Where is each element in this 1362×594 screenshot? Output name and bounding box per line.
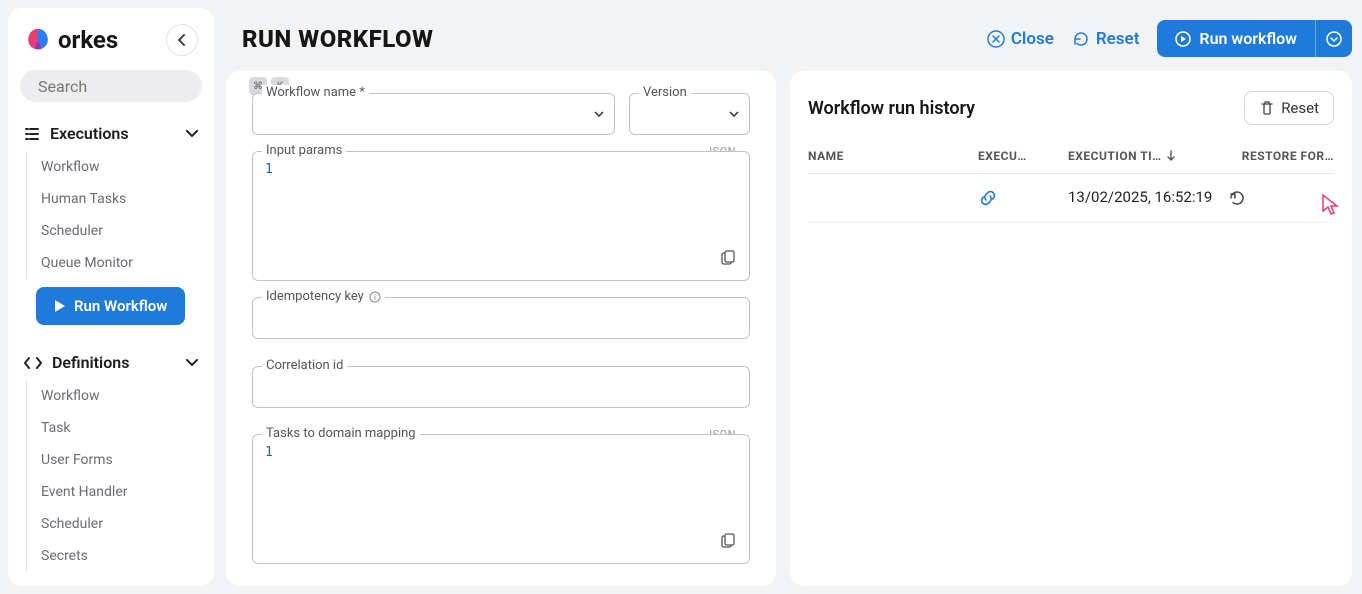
list-icon — [24, 127, 40, 141]
code-line: 1 — [265, 445, 721, 460]
code-line: 1 — [265, 162, 721, 177]
copy-icon — [719, 250, 737, 268]
run-workflow-dropdown[interactable] — [1315, 20, 1352, 57]
sidebar-run-workflow-button[interactable]: Run Workflow — [36, 287, 185, 325]
sidebar: orkes ⌘ K Executions Workflow Human Task… — [8, 8, 214, 586]
copy-button[interactable] — [719, 533, 741, 555]
link-icon — [978, 188, 998, 208]
correlation-label: Correlation id — [262, 358, 347, 373]
sidebar-item-scheduler[interactable]: Scheduler — [27, 215, 206, 247]
nav-section-executions: Executions Workflow Human Tasks Schedule… — [14, 112, 208, 341]
code-icon — [24, 356, 42, 370]
chevron-down-circle-icon — [1326, 31, 1342, 47]
history-header: Workflow run history Reset — [808, 85, 1334, 139]
td-time: 13/02/2025, 16:52:19 — [1068, 188, 1228, 208]
sidebar-collapse-button[interactable] — [166, 24, 198, 56]
run-workflow-button[interactable]: Run workflow — [1157, 20, 1315, 57]
tasks-domain-editor[interactable]: 1 — [252, 434, 750, 564]
history-table: NAME EXECU… EXECUTION TI… RESTORE FOR… 1… — [808, 139, 1334, 223]
input-params-label: Input params — [262, 143, 346, 158]
tasks-domain-label: Tasks to domain mapping — [262, 426, 420, 441]
history-panel: Workflow run history Reset NAME EXECU… E… — [790, 71, 1352, 586]
form-panel: Workflow name * Version Input params JSO… — [226, 71, 776, 586]
brand-logo: orkes — [24, 26, 118, 54]
content-row: Workflow name * Version Input params JSO… — [226, 71, 1352, 586]
main: RUN WORKFLOW Close Reset Run workflow — [222, 0, 1362, 594]
nav-header-definitions[interactable]: Definitions — [16, 345, 206, 380]
page-title: RUN WORKFLOW — [242, 25, 433, 53]
nav-header-executions[interactable]: Executions — [16, 116, 206, 151]
history-title: Workflow run history — [808, 98, 975, 119]
search-input[interactable] — [38, 77, 241, 96]
nav-header-label: Executions — [50, 124, 176, 143]
nav-section-definitions: Definitions Workflow Task User Forms Eve… — [14, 341, 208, 576]
sidebar-item-def-event-handler[interactable]: Event Handler — [27, 476, 206, 508]
table-head: NAME EXECU… EXECUTION TI… RESTORE FOR… — [808, 139, 1334, 174]
chevron-down-icon — [186, 359, 198, 367]
th-exec[interactable]: EXECU… — [978, 149, 1068, 163]
run-workflow-label: Run Workflow — [74, 297, 167, 315]
sidebar-item-def-secrets[interactable]: Secrets — [27, 540, 206, 572]
info-icon[interactable]: i — [369, 291, 381, 303]
version-field: Version — [629, 93, 750, 135]
version-label: Version — [639, 85, 691, 100]
idempotency-label-text: Idempotency key — [266, 289, 364, 304]
orkes-logo-icon — [24, 26, 52, 54]
search-box[interactable]: ⌘ K — [20, 70, 202, 102]
logo-row: orkes — [14, 18, 208, 68]
nav-header-label: Definitions — [52, 353, 176, 372]
td-restore-action[interactable] — [1228, 189, 1334, 207]
idempotency-label: Idempotency key i — [262, 289, 385, 304]
chevron-left-icon — [177, 34, 187, 46]
input-params-editor[interactable]: 1 — [252, 151, 750, 281]
close-button[interactable]: Close — [987, 29, 1054, 49]
dropdown-arrow-icon — [594, 111, 604, 117]
run-workflow-button-group: Run workflow — [1157, 20, 1352, 57]
td-exec-link[interactable] — [978, 188, 1068, 208]
trash-icon — [1259, 100, 1275, 116]
topbar: RUN WORKFLOW Close Reset Run workflow — [226, 8, 1352, 65]
copy-button[interactable] — [719, 250, 741, 272]
reset-button[interactable]: Reset — [1072, 29, 1140, 49]
sidebar-item-def-workflow[interactable]: Workflow — [27, 380, 206, 412]
idempotency-field: Idempotency key i — [252, 297, 750, 350]
input-params-field: Input params JSON 1 — [252, 151, 750, 281]
run-workflow-label: Run workflow — [1199, 29, 1297, 48]
restore-icon — [1228, 189, 1246, 207]
workflow-name-field: Workflow name * — [252, 93, 615, 135]
table-row: 13/02/2025, 16:52:19 — [808, 174, 1334, 223]
history-reset-button[interactable]: Reset — [1244, 91, 1334, 125]
sort-desc-icon — [1166, 150, 1176, 162]
brand-name: orkes — [58, 26, 118, 54]
history-reset-label: Reset — [1281, 99, 1319, 117]
sidebar-item-def-scheduler[interactable]: Scheduler — [27, 508, 206, 540]
th-time-label: EXECUTION TI… — [1068, 149, 1162, 163]
th-time[interactable]: EXECUTION TI… — [1068, 149, 1228, 163]
workflow-name-label: Workflow name * — [262, 85, 369, 100]
th-restore[interactable]: RESTORE FOR… — [1228, 149, 1334, 163]
play-icon — [54, 299, 66, 313]
correlation-field: Correlation id — [252, 366, 750, 419]
sidebar-item-workflow[interactable]: Workflow — [27, 151, 206, 183]
topbar-actions: Close Reset Run workflow — [987, 20, 1352, 57]
reset-label: Reset — [1096, 29, 1140, 49]
dropdown-arrow-icon — [729, 111, 739, 117]
copy-icon — [719, 533, 737, 551]
close-circle-icon — [987, 30, 1005, 48]
sidebar-item-queue-monitor[interactable]: Queue Monitor — [27, 247, 206, 279]
nav-list-executions: Workflow Human Tasks Scheduler Queue Mon… — [26, 151, 206, 279]
chevron-down-icon — [186, 130, 198, 138]
reset-icon — [1072, 30, 1090, 48]
play-circle-icon — [1175, 31, 1191, 47]
th-name[interactable]: NAME — [808, 149, 978, 163]
nav-list-definitions: Workflow Task User Forms Event Handler S… — [26, 380, 206, 572]
sidebar-item-def-user-forms[interactable]: User Forms — [27, 444, 206, 476]
svg-text:i: i — [374, 293, 376, 302]
sidebar-item-def-task[interactable]: Task — [27, 412, 206, 444]
sidebar-item-human-tasks[interactable]: Human Tasks — [27, 183, 206, 215]
tasks-domain-field: Tasks to domain mapping JSON 1 — [252, 434, 750, 564]
close-label: Close — [1011, 29, 1054, 49]
